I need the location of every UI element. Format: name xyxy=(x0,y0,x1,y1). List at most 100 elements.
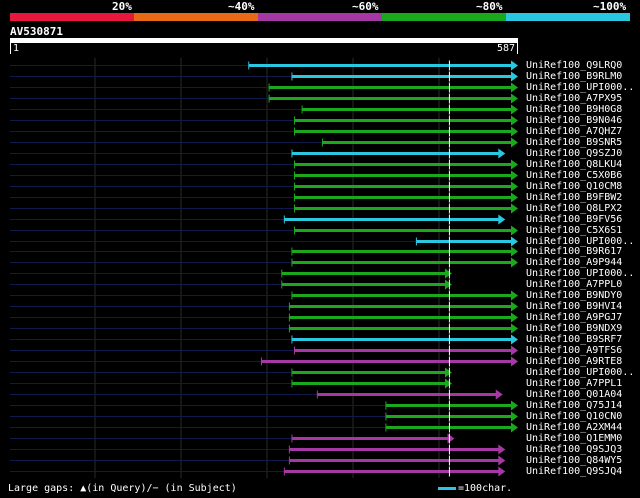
hit-label[interactable]: UniRef100_A9TFS6 xyxy=(526,346,622,356)
hit-label[interactable]: UniRef100_Q1EMM0 xyxy=(526,434,622,444)
hit-label[interactable]: UniRef100_Q10CM8 xyxy=(526,182,622,192)
hit-label[interactable]: UniRef100_A7PX95 xyxy=(526,94,622,104)
hit-arrow xyxy=(511,345,518,356)
hit-bar xyxy=(294,174,512,177)
hit-label[interactable]: UniRef100_A9P944 xyxy=(526,258,622,268)
hit-label[interactable]: UniRef100_B9FBW2 xyxy=(526,193,622,203)
hit-arrow xyxy=(511,400,518,411)
hit-bar xyxy=(291,152,500,155)
hit-arrow xyxy=(511,115,518,126)
hit-label[interactable]: UniRef100_UPI000.. xyxy=(526,269,634,279)
hit-label[interactable]: UniRef100_Q8LKU4 xyxy=(526,160,622,170)
hit-arrow xyxy=(511,312,518,323)
hit-bar xyxy=(291,338,512,341)
hit-label[interactable]: UniRef100_B9SRF7 xyxy=(526,335,622,345)
hit-arrow xyxy=(511,126,518,137)
hit-label[interactable]: UniRef100_Q9SJQ4 xyxy=(526,467,622,477)
hit-arrow xyxy=(495,389,503,400)
hit-arrow xyxy=(444,367,452,378)
hit-arrow xyxy=(511,290,518,301)
hit-arrow xyxy=(511,137,518,148)
hit-arrow xyxy=(511,181,518,192)
hit-bar xyxy=(289,448,500,451)
hit-label[interactable]: UniRef100_Q8LPX2 xyxy=(526,204,622,214)
hit-bar xyxy=(322,141,512,144)
hit-label[interactable]: UniRef100_Q9SZJ0 xyxy=(526,149,622,159)
hit-arrow xyxy=(498,214,506,225)
hit-bar xyxy=(269,97,512,100)
hit-arrow xyxy=(498,455,506,466)
hit-label[interactable]: UniRef100_Q9SJQ3 xyxy=(526,445,622,455)
hit-bar xyxy=(291,371,446,374)
hit-bar xyxy=(269,86,512,89)
hit-label[interactable]: UniRef100_Q84WY5 xyxy=(526,456,622,466)
hit-arrow xyxy=(511,159,518,170)
hit-label[interactable]: UniRef100_B9SNR5 xyxy=(526,138,622,148)
hit-arrow xyxy=(511,334,518,345)
hit-bar xyxy=(291,250,512,253)
hit-arrow xyxy=(511,82,518,93)
hit-bar xyxy=(416,240,512,243)
hit-label[interactable]: UniRef100_B9H0G8 xyxy=(526,105,622,115)
hit-bar xyxy=(294,196,512,199)
hit-arrow xyxy=(511,225,518,236)
hit-label[interactable]: UniRef100_A9RTE8 xyxy=(526,357,622,367)
hit-label[interactable]: UniRef100_Q01A04 xyxy=(526,390,622,400)
hit-arrow xyxy=(444,378,452,389)
hit-bar xyxy=(289,459,500,462)
hit-bar xyxy=(294,349,512,352)
hit-arrow xyxy=(444,268,452,279)
hit-label[interactable]: UniRef100_B9NDY0 xyxy=(526,291,622,301)
hit-bar xyxy=(291,261,512,264)
hit-bar xyxy=(294,163,512,166)
hit-label[interactable]: UniRef100_A7PPL0 xyxy=(526,280,622,290)
hit-bar xyxy=(284,218,500,221)
hit-label[interactable]: UniRef100_B9N046 xyxy=(526,116,622,126)
hit-bar xyxy=(281,272,446,275)
hit-arrow xyxy=(511,356,518,367)
hit-bar xyxy=(294,130,512,133)
hit-bar xyxy=(289,316,512,319)
hit-label[interactable]: UniRef100_C5X0B6 xyxy=(526,171,622,181)
hit-bar xyxy=(291,382,446,385)
hit-label[interactable]: UniRef100_B9HVI4 xyxy=(526,302,622,312)
hit-bar xyxy=(289,327,512,330)
hit-arrow xyxy=(511,104,518,115)
gaps-legend: Large gaps: ▲(in Query)/− (in Subject) xyxy=(8,483,237,494)
hit-arrow xyxy=(511,203,518,214)
hit-arrow xyxy=(511,257,518,268)
hit-arrow xyxy=(498,466,506,477)
hit-bar xyxy=(281,283,446,286)
hit-label[interactable]: UniRef100_A9PGJ7 xyxy=(526,313,622,323)
hit-label[interactable]: UniRef100_Q9LRQ0 xyxy=(526,61,622,71)
hit-bar xyxy=(294,207,512,210)
hit-bar xyxy=(248,64,512,67)
hit-bar xyxy=(294,119,512,122)
hit-label[interactable]: UniRef100_Q75J14 xyxy=(526,401,622,411)
hit-arrow xyxy=(511,71,518,82)
hit-label[interactable]: UniRef100_C5X6S1 xyxy=(526,226,622,236)
hit-arrow xyxy=(511,301,518,312)
hit-bar xyxy=(294,229,512,232)
hit-bar xyxy=(291,294,512,297)
hit-bar xyxy=(317,393,497,396)
hit-label[interactable]: UniRef100_A2XM44 xyxy=(526,423,622,433)
hit-arrow xyxy=(511,422,518,433)
hit-arrow xyxy=(498,148,506,159)
hit-label[interactable]: UniRef100_B9NDX9 xyxy=(526,324,622,334)
hit-bar xyxy=(302,108,512,111)
hit-bar xyxy=(261,360,512,363)
hit-label[interactable]: UniRef100_B9RLM0 xyxy=(526,72,622,82)
hit-label[interactable]: UniRef100_A7PPL1 xyxy=(526,379,622,389)
scale-label: =100char. xyxy=(458,483,513,494)
hit-label[interactable]: UniRef100_UPI000.. xyxy=(526,368,634,378)
hit-label[interactable]: UniRef100_A7QHZ7 xyxy=(526,127,622,137)
hit-label[interactable]: UniRef100_B9R617 xyxy=(526,247,622,257)
hit-arrow xyxy=(511,323,518,334)
hit-label[interactable]: UniRef100_Q10CN0 xyxy=(526,412,622,422)
hit-bar xyxy=(294,185,512,188)
hit-label[interactable]: UniRef100_UPI000.. xyxy=(526,83,634,93)
hit-arrow xyxy=(511,93,518,104)
hit-bar xyxy=(284,470,500,473)
hit-label[interactable]: UniRef100_B9FV56 xyxy=(526,215,622,225)
